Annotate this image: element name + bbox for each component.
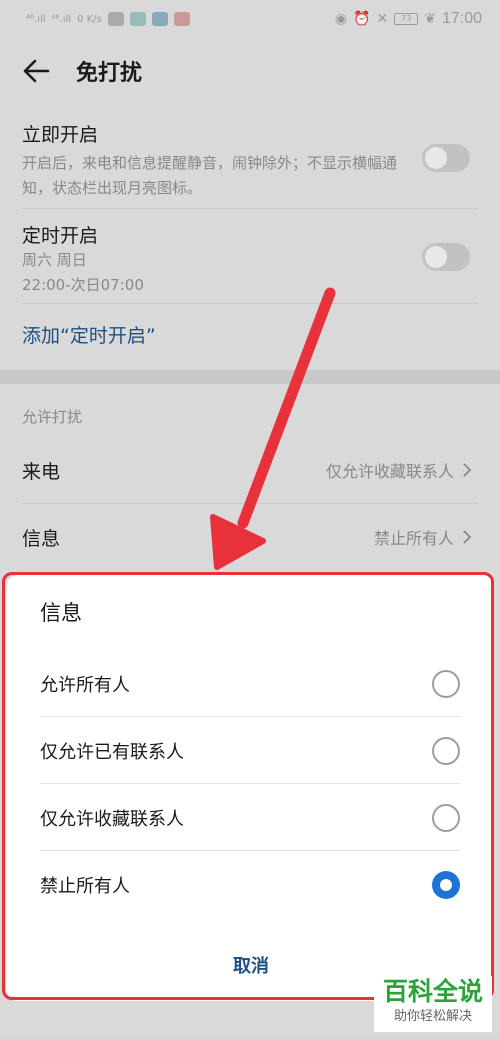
schedule-card: 立即开启 开启后，来电和信息提醒静音，闹钟除外；不显示横幅通知，状态栏出现月亮图… [0,104,500,364]
chevron-right-icon [463,530,472,544]
immediate-toggle[interactable] [422,144,470,172]
dialog-title: 信息 [40,601,82,625]
status-bar: ⁴⁶.ıll ⁴⁶.ıll 0 K/s ◉ ⏰ ✕ 73 ❦ 17:00 [0,0,500,38]
radio-button[interactable] [432,736,460,765]
chevron-right-icon [463,463,472,477]
messages-label: 信息 [22,527,61,550]
calls-label: 来电 [22,460,61,483]
cancel-button[interactable]: 取消 [186,945,316,985]
stock-icon [173,12,190,26]
option-label: 仅允许已有联系人 [40,741,184,763]
option-favorites-only[interactable]: 仅允许收藏联系人 [40,784,460,851]
scheduled-row[interactable]: 定时开启 周六 周日 22:00-次日07:00 [0,209,500,303]
option-label: 允许所有人 [40,674,130,696]
scheduled-days: 周六 周日 [22,251,87,269]
scheduled-title: 定时开启 [22,225,99,247]
app-icon [151,12,168,26]
battery-icon: 73 [394,13,419,25]
option-block-all[interactable]: 禁止所有人 [40,851,460,918]
signal-icon: ⁴⁶.ıll [26,13,46,25]
watermark-slogan: 助你轻松解决 [393,1009,472,1024]
chat-icon [107,12,124,26]
section-gap [0,370,500,384]
page-title: 免打扰 [76,61,143,86]
immediate-title: 立即开启 [22,124,99,146]
signal-icon: ⁴⁶.ıll [51,13,72,25]
eye-icon: ◉ [334,11,348,27]
scheduled-toggle[interactable] [422,243,470,271]
option-contacts-only[interactable]: 仅允许已有联系人 [40,717,460,784]
radio-button[interactable] [432,669,460,698]
alarm-icon: ⏰ [353,11,371,27]
immediate-row[interactable]: 立即开启 开启后，来电和信息提醒静音，闹钟除外；不显示横幅通知，状态栏出现月亮图… [0,104,500,208]
scheduled-time: 22:00-次日07:00 [22,276,144,294]
message-permission-dialog: 信息 允许所有人 仅允许已有联系人 仅允许收藏联系人 禁止所有人 取消 [6,575,494,1001]
clock: 17:00 [441,10,482,27]
calls-row[interactable]: 来电 仅允许收藏联系人 [0,437,500,503]
option-allow-all[interactable]: 允许所有人 [40,650,460,717]
radio-button-selected[interactable] [432,870,460,899]
immediate-desc: 开启后，来电和信息提醒静音，闹钟除外；不显示横幅通知，状态栏出现月亮图标。 [22,154,398,197]
calls-value: 仅允许收藏联系人 [325,462,454,481]
watermark-logo: 百科全说 [382,977,483,1006]
mute-icon: ✕ [376,11,389,27]
app-bar: 免打扰 [0,38,500,104]
messages-row[interactable]: 信息 禁止所有人 [0,504,500,570]
option-label: 仅允许收藏联系人 [40,808,184,830]
back-arrow-icon[interactable] [22,57,50,85]
messages-value: 禁止所有人 [373,529,454,548]
app-icon [129,12,146,26]
watermark: 百科全说 助你轻松解决 [374,976,492,1032]
add-schedule-link[interactable]: 添加“定时开启” [0,304,500,364]
option-label: 禁止所有人 [40,875,130,897]
radio-button[interactable] [432,803,460,832]
network-speed: 0 K/s [77,13,102,25]
leaf-icon: ❦ [424,11,436,27]
section-header: 允许打扰 [22,408,83,426]
